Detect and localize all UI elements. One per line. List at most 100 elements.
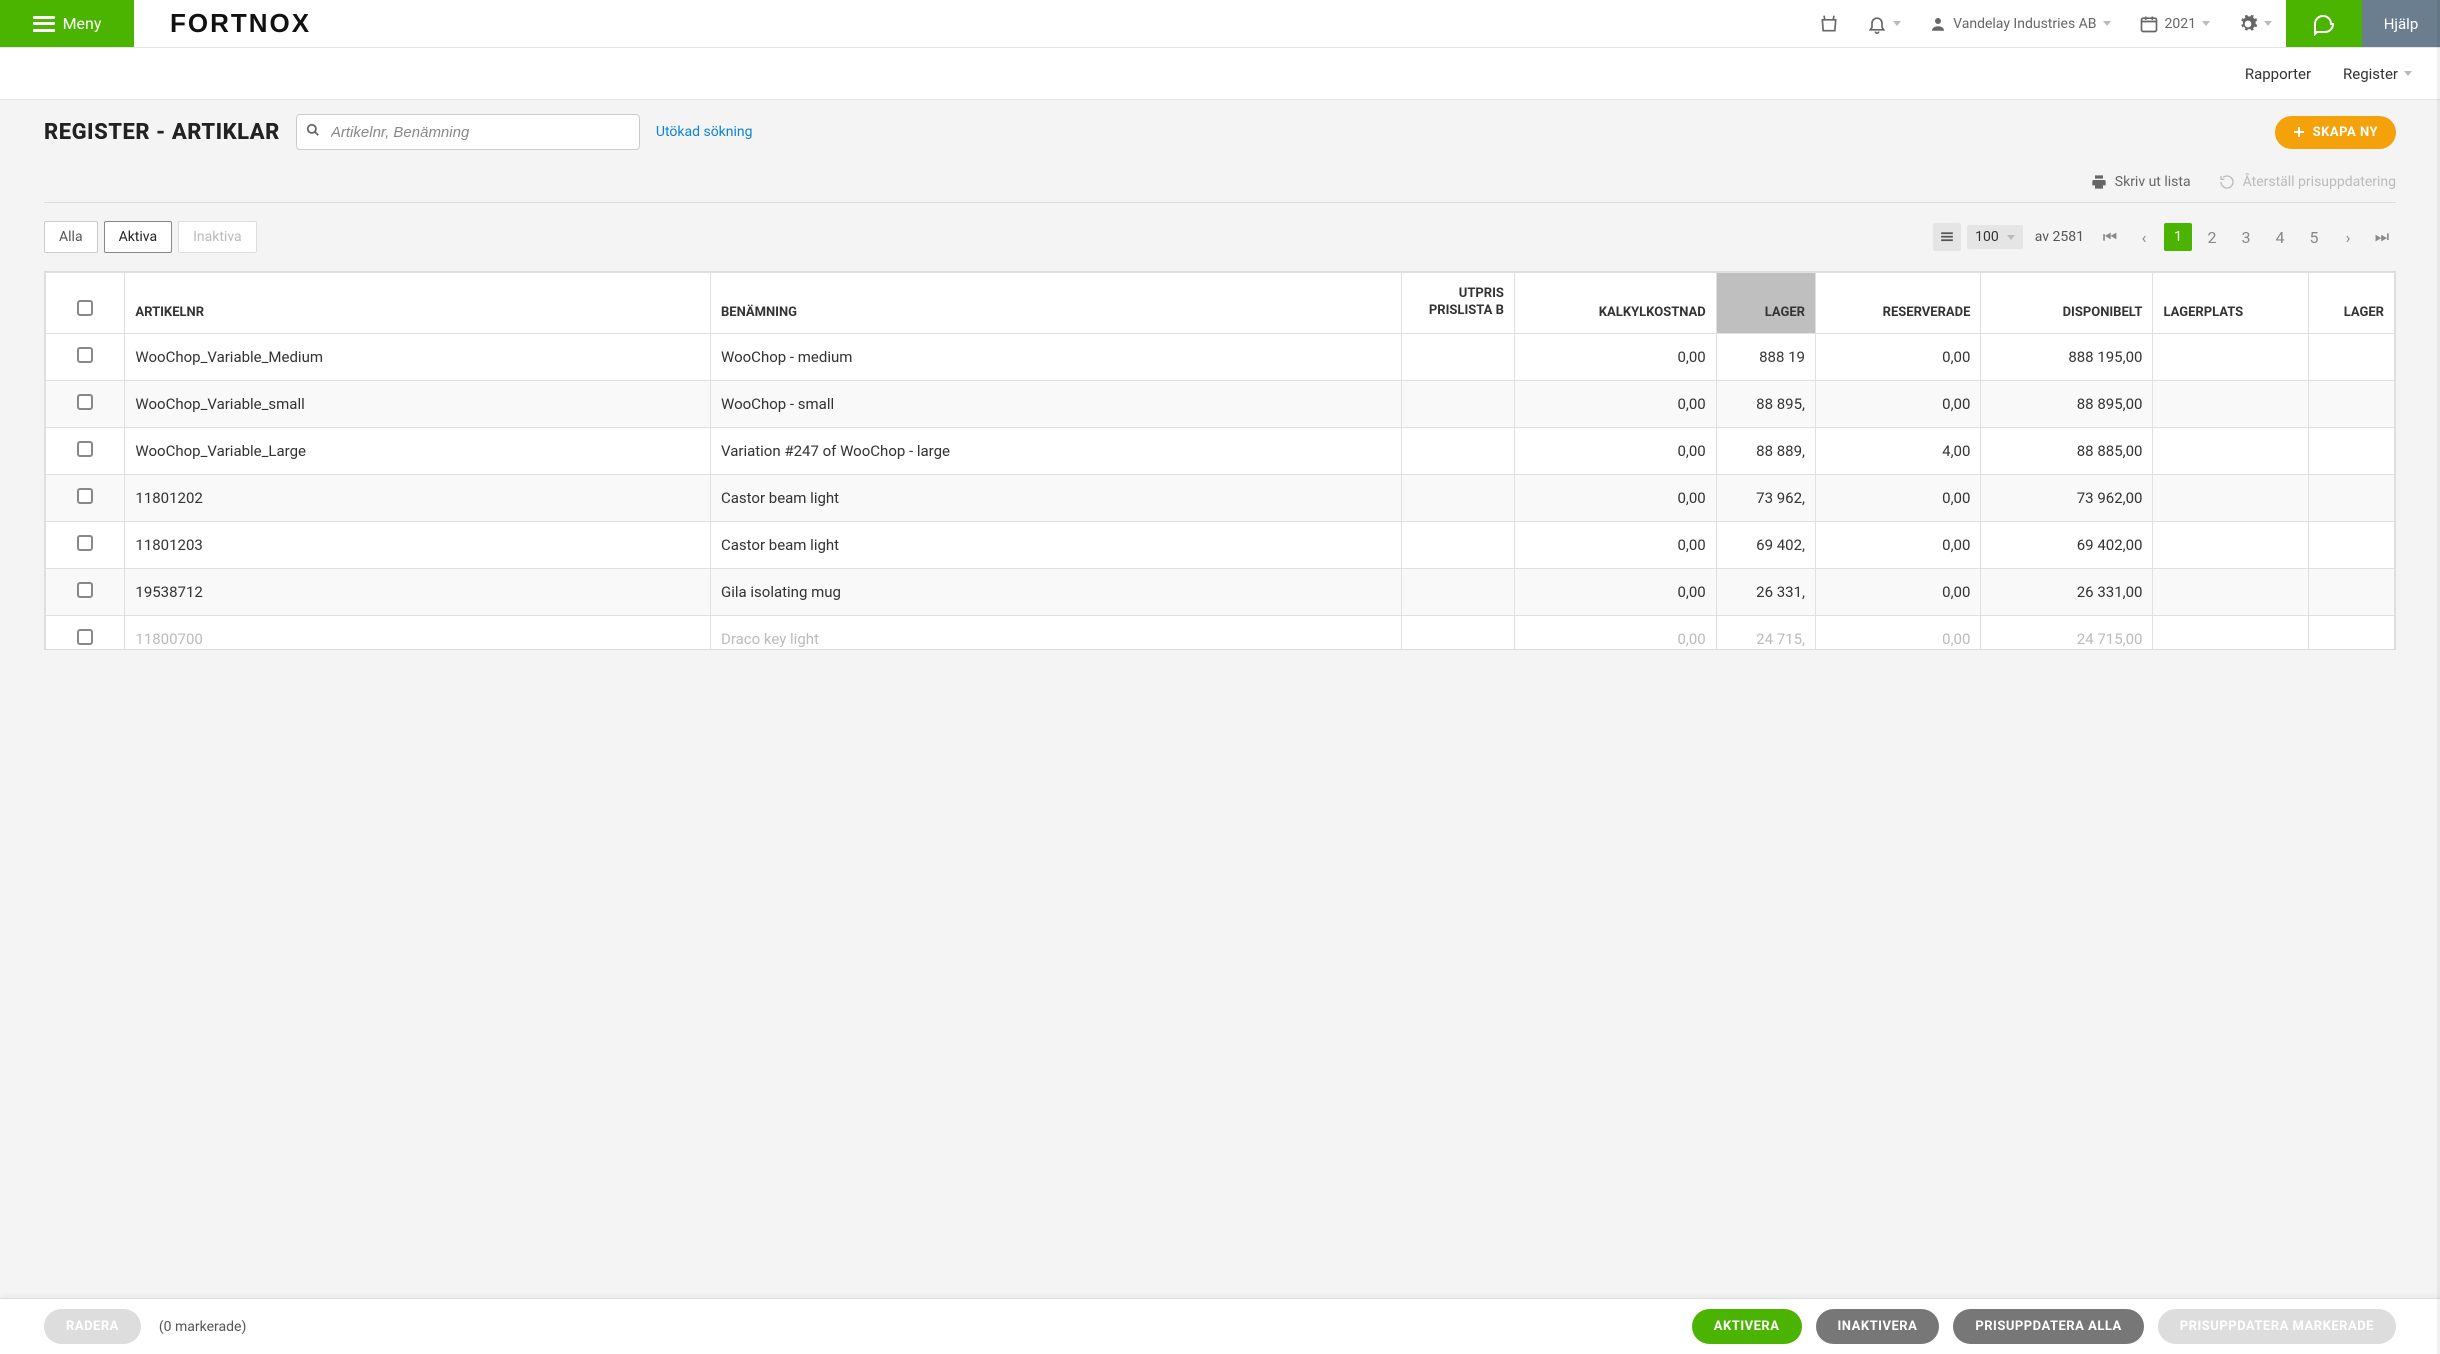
deactivate-button[interactable]: INAKTIVERA	[1816, 1309, 1940, 1344]
filter-tabs: Alla Aktiva Inaktiva	[44, 221, 257, 253]
notifications-button[interactable]	[1853, 0, 1915, 47]
pager-page-4[interactable]: 4	[2266, 223, 2294, 251]
activate-button[interactable]: AKTIVERA	[1692, 1309, 1802, 1344]
filter-tab-all[interactable]: Alla	[44, 221, 98, 253]
cell-artikelnr: WooChop_Variable_Medium	[125, 333, 711, 380]
cell-lagerstatus	[2308, 615, 2394, 649]
cell-artikelnr: 11801203	[125, 521, 711, 568]
chevron-down-icon	[2103, 21, 2111, 26]
search-wrap	[296, 114, 640, 150]
settings-button[interactable]	[2224, 0, 2286, 47]
table-row[interactable]: WooChop_Variable_Large Variation #247 of…	[46, 427, 2395, 474]
create-new-button[interactable]: SKAPA NY	[2275, 116, 2396, 149]
table-row[interactable]: 11801203 Castor beam light 0,00 69 402, …	[46, 521, 2395, 568]
reset-price-link[interactable]: Återställ prisuppdatering	[2219, 174, 2396, 190]
cell-utpris	[1402, 521, 1514, 568]
pager-page-1[interactable]: 1	[2164, 223, 2192, 251]
nav-reports[interactable]: Rapporter	[2245, 65, 2311, 83]
col-lagerstatus[interactable]: LAGER	[2308, 273, 2394, 334]
col-kalk[interactable]: KALKYLKOSTNAD	[1514, 273, 1716, 334]
cell-kalk: 0,00	[1514, 521, 1716, 568]
help-button[interactable]: Hjälp	[2362, 0, 2440, 47]
col-benamning[interactable]: BENÄMNING	[710, 273, 1401, 334]
col-disponibelt[interactable]: DISPONIBELT	[1981, 273, 2153, 334]
pager-page-3[interactable]: 3	[2232, 223, 2260, 251]
cell-reserverade: 0,00	[1815, 333, 1980, 380]
select-all-checkbox[interactable]	[77, 300, 93, 316]
cell-disponibelt: 73 962,00	[1981, 474, 2153, 521]
titlebar: REGISTER - ARTIKLAR Utökad sökning SKAPA…	[44, 114, 2396, 150]
pager-page-2[interactable]: 2	[2198, 223, 2226, 251]
table-row[interactable]: 11800700 Draco key light 0,00 24 715, 0,…	[46, 615, 2395, 649]
cell-lagerplats	[2153, 427, 2308, 474]
row-checkbox[interactable]	[77, 347, 93, 363]
calendar-icon	[2139, 14, 2159, 34]
page-size-selector[interactable]: 100	[1967, 225, 2023, 249]
col-artikelnr[interactable]: ARTIKELNR	[125, 273, 711, 334]
cell-disponibelt: 88 895,00	[1981, 380, 2153, 427]
row-checkbox[interactable]	[77, 441, 93, 457]
pager-last[interactable]: ⏭	[2368, 223, 2396, 251]
menu-label: Meny	[63, 14, 102, 33]
list-icon	[1940, 230, 1954, 244]
cell-utpris	[1402, 568, 1514, 615]
shopping-bag-button[interactable]	[1805, 0, 1853, 47]
col-reserverade[interactable]: RESERVERADE	[1815, 273, 1980, 334]
cell-utpris	[1402, 427, 1514, 474]
year-selector[interactable]: 2021	[2125, 0, 2224, 47]
cell-reserverade: 0,00	[1815, 380, 1980, 427]
nav-register[interactable]: Register	[2343, 65, 2412, 83]
chevron-down-icon	[2007, 235, 2015, 240]
pager-prev[interactable]: ‹	[2130, 223, 2158, 251]
cell-artikelnr: 11800700	[125, 615, 711, 649]
cell-lagerstatus	[2308, 568, 2394, 615]
filter-tab-active[interactable]: Aktiva	[104, 221, 173, 253]
pager-first[interactable]: ⏮	[2096, 223, 2124, 251]
plus-icon	[2293, 126, 2305, 138]
row-checkbox[interactable]	[77, 535, 93, 551]
cell-utpris	[1402, 380, 1514, 427]
cell-benamning: Variation #247 of WooChop - large	[710, 427, 1401, 474]
col-lagerplats[interactable]: LAGERPLATS	[2153, 273, 2308, 334]
table-row[interactable]: 11801202 Castor beam light 0,00 73 962, …	[46, 474, 2395, 521]
table-row[interactable]: WooChop_Variable_small WooChop - small 0…	[46, 380, 2395, 427]
cell-benamning: WooChop - medium	[710, 333, 1401, 380]
row-checkbox[interactable]	[77, 488, 93, 504]
delete-button[interactable]: RADERA	[44, 1309, 141, 1344]
bag-icon	[1819, 14, 1839, 34]
cell-reserverade: 4,00	[1815, 427, 1980, 474]
company-selector[interactable]: Vandelay Industries AB	[1915, 0, 2124, 47]
col-utpris[interactable]: UTPRIS PRISLISTA B	[1402, 273, 1514, 334]
year-label: 2021	[2165, 16, 2196, 32]
search-input[interactable]	[296, 114, 640, 150]
cell-benamning: Gila isolating mug	[710, 568, 1401, 615]
price-update-all-button[interactable]: PRISUPPDATERA ALLA	[1953, 1309, 2143, 1344]
pager-next[interactable]: ›	[2334, 223, 2362, 251]
row-checkbox[interactable]	[77, 394, 93, 410]
cell-lager: 888 19	[1716, 333, 1815, 380]
cell-reserverade: 0,00	[1815, 521, 1980, 568]
row-checkbox[interactable]	[77, 629, 93, 645]
menu-button[interactable]: Meny	[0, 0, 134, 47]
cell-reserverade: 0,00	[1815, 474, 1980, 521]
hamburger-icon	[33, 16, 55, 32]
print-list-link[interactable]: Skriv ut lista	[2091, 174, 2191, 190]
cell-lagerstatus	[2308, 333, 2394, 380]
cell-utpris	[1402, 615, 1514, 649]
table-row[interactable]: WooChop_Variable_Medium WooChop - medium…	[46, 333, 2395, 380]
columns-button[interactable]	[1933, 223, 1961, 251]
chat-icon	[2312, 12, 2336, 36]
chat-button[interactable]	[2286, 0, 2362, 47]
table-row[interactable]: 19538712 Gila isolating mug 0,00 26 331,…	[46, 568, 2395, 615]
pager-page-5[interactable]: 5	[2300, 223, 2328, 251]
content: REGISTER - ARTIKLAR Utökad sökning SKAPA…	[0, 100, 2440, 730]
advanced-search-link[interactable]: Utökad sökning	[656, 124, 753, 140]
table-header-row: ARTIKELNR BENÄMNING UTPRIS PRISLISTA B K…	[46, 273, 2395, 334]
row-checkbox[interactable]	[77, 582, 93, 598]
article-table: ARTIKELNR BENÄMNING UTPRIS PRISLISTA B K…	[45, 272, 2395, 649]
price-update-marked-button[interactable]: PRISUPPDATERA MARKERADE	[2158, 1309, 2396, 1344]
filter-tab-inactive[interactable]: Inaktiva	[178, 221, 257, 253]
col-lager[interactable]: LAGER	[1716, 273, 1815, 334]
cell-artikelnr: WooChop_Variable_small	[125, 380, 711, 427]
table-wrap: ARTIKELNR BENÄMNING UTPRIS PRISLISTA B K…	[44, 271, 2396, 650]
